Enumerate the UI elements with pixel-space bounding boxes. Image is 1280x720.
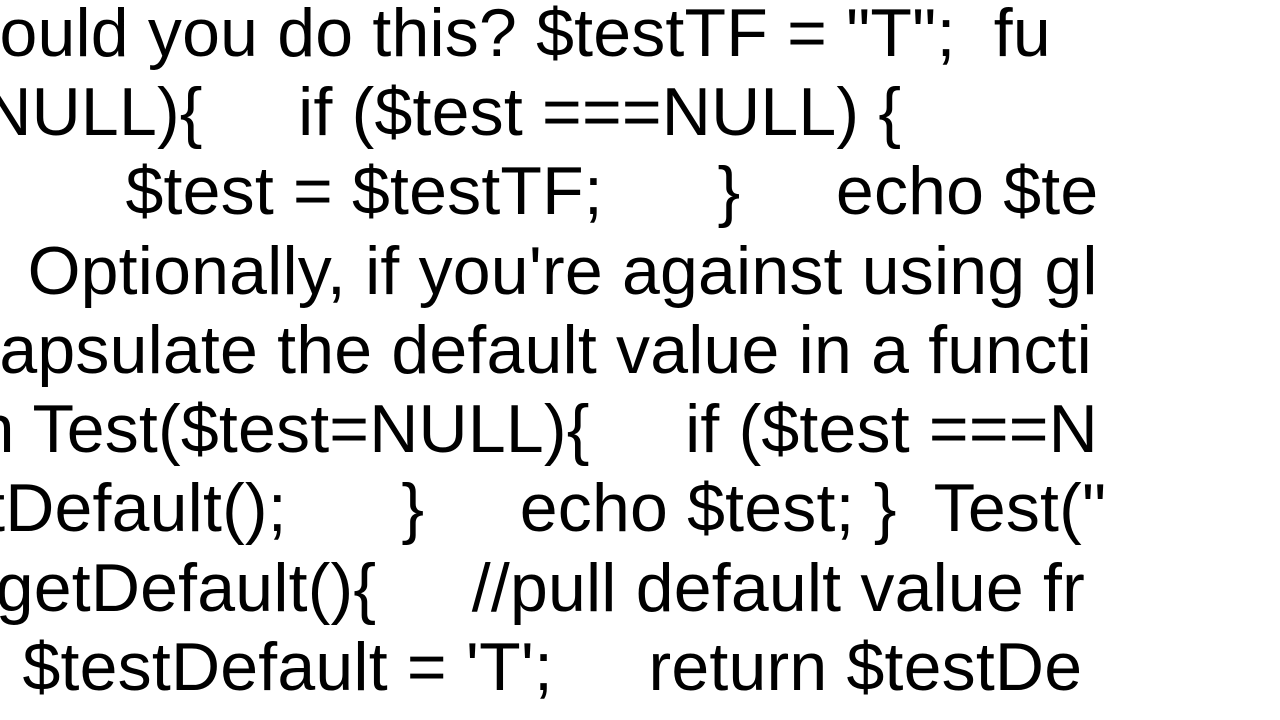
answer-body-text: r 1: Could you do this? $testTF = "T"; f… — [0, 0, 1280, 707]
